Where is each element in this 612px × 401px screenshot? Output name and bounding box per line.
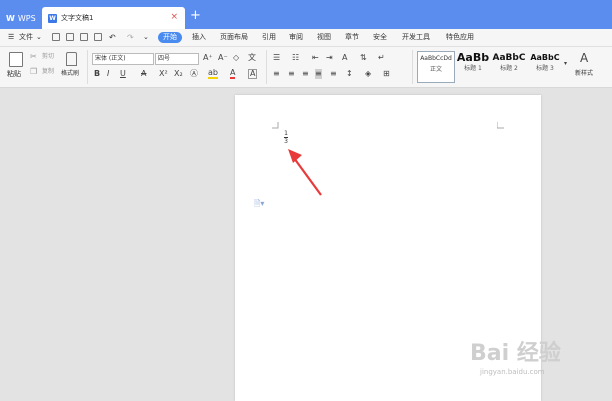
fraction-numerator: 1: [284, 130, 288, 137]
wps-logo-icon: W: [6, 14, 15, 23]
phonetic-guide-icon[interactable]: 文: [248, 53, 256, 63]
undo-icon[interactable]: ↶: [109, 32, 116, 43]
decrease-indent-icon[interactable]: ⇤: [312, 53, 319, 63]
chevron-down-icon[interactable]: ⌄: [36, 32, 42, 43]
numbered-list-icon[interactable]: ☷: [292, 53, 299, 63]
document-tab-title: 文字文稿1: [61, 14, 94, 22]
new-style-icon[interactable]: A: [580, 51, 588, 65]
shading-icon[interactable]: ◈: [365, 69, 371, 79]
wps-home-tab[interactable]: W WPS: [0, 8, 40, 29]
strikethrough-icon[interactable]: A: [141, 69, 146, 79]
align-right-icon[interactable]: ≡: [302, 69, 309, 79]
sort-icon[interactable]: ⇅: [360, 53, 367, 63]
ribbon-toolbar: 粘贴 ✂ 剪切 ❐ 复制 格式刷 宋体 (正文) 四号 A⁺ A⁻ ◇ 文 B …: [0, 47, 612, 88]
close-tab-icon[interactable]: ×: [170, 12, 178, 22]
hamburger-icon[interactable]: ☰: [8, 32, 14, 43]
ribbon-divider: [87, 50, 88, 84]
style-heading-2[interactable]: AaBbC 标题 2: [492, 51, 526, 81]
character-border-icon[interactable]: A: [248, 69, 258, 79]
highlight-icon[interactable]: ab: [208, 69, 218, 79]
style-heading-2-sample: AaBbC: [492, 53, 526, 63]
bold-icon[interactable]: B: [94, 69, 100, 79]
export-pdf-icon[interactable]: [66, 33, 74, 41]
margin-corner-top-right: [497, 122, 504, 129]
copy-button[interactable]: 复制: [42, 67, 54, 77]
paragraph-layout-icon[interactable]: 🗎▾: [254, 198, 264, 212]
style-heading-3-label: 标题 3: [536, 65, 554, 72]
font-color-icon[interactable]: A: [230, 69, 236, 79]
style-heading-3-sample: AaBbC: [530, 53, 560, 62]
underline-icon[interactable]: U: [120, 69, 126, 79]
increase-indent-icon[interactable]: ⇥: [326, 53, 333, 63]
subscript-icon[interactable]: X₂: [174, 69, 183, 79]
borders-icon[interactable]: ⊞: [383, 69, 390, 79]
print-preview-icon[interactable]: [94, 33, 102, 41]
style-heading-1[interactable]: AaBb 标题 1: [455, 51, 491, 81]
paste-button[interactable]: 粘贴: [7, 69, 21, 79]
new-style-button[interactable]: 新样式: [575, 69, 593, 79]
menu-bar: ☰ 文件 ⌄ ↶ ↷ ⌄ 开始 插入 页面布局 引用 审阅 视图 章节 安全 开…: [0, 29, 612, 47]
menu-developer[interactable]: 开发工具: [402, 32, 430, 43]
style-normal-sample: AaBbCcDd: [420, 55, 452, 62]
superscript-icon[interactable]: X²: [159, 69, 168, 79]
paste-icon[interactable]: [9, 52, 23, 67]
baidu-watermark-url: jingyan.baidu.com: [480, 368, 545, 376]
writer-doc-icon: W: [48, 13, 57, 23]
menu-insert[interactable]: 插入: [192, 32, 206, 43]
font-size-select[interactable]: 四号: [155, 53, 199, 65]
format-painter-button[interactable]: 格式刷: [61, 69, 79, 79]
cut-button[interactable]: 剪切: [42, 52, 54, 62]
document-tab[interactable]: W 文字文稿1 ×: [42, 7, 185, 29]
menu-special[interactable]: 特色应用: [446, 32, 474, 43]
menu-start[interactable]: 开始: [158, 32, 182, 43]
menu-security[interactable]: 安全: [373, 32, 387, 43]
show-marks-icon[interactable]: ↵: [378, 53, 385, 63]
copy-icon[interactable]: ❐: [30, 67, 37, 77]
distributed-icon[interactable]: ≡: [330, 69, 337, 79]
chinese-layout-icon[interactable]: A: [342, 53, 347, 63]
save-icon[interactable]: [52, 33, 60, 41]
align-center-icon[interactable]: ≡: [288, 69, 295, 79]
quick-access-more-icon[interactable]: ⌄: [143, 32, 149, 43]
justify-icon[interactable]: ≡: [315, 69, 322, 79]
margin-corner-top-left: [272, 122, 279, 129]
bullet-list-icon[interactable]: ☰: [273, 53, 280, 63]
menu-chapter[interactable]: 章节: [345, 32, 359, 43]
text-effect-icon[interactable]: Ⓐ: [190, 69, 198, 79]
shrink-font-icon[interactable]: A⁻: [218, 53, 228, 63]
font-name-select[interactable]: 宋体 (正文): [92, 53, 154, 65]
styles-more-icon[interactable]: ▾: [564, 59, 567, 69]
menu-references[interactable]: 引用: [262, 32, 276, 43]
format-painter-icon[interactable]: [66, 52, 77, 66]
menu-page-layout[interactable]: 页面布局: [220, 32, 248, 43]
menu-view[interactable]: 视图: [317, 32, 331, 43]
style-heading-2-label: 标题 2: [500, 65, 518, 72]
baidu-watermark: Bai 经验: [470, 341, 561, 366]
style-heading-1-sample: AaBb: [456, 51, 490, 64]
line-spacing-icon[interactable]: ↕: [346, 69, 353, 79]
file-menu[interactable]: 文件: [19, 32, 33, 43]
style-normal[interactable]: AaBbCcDd 正文: [417, 51, 455, 83]
style-heading-1-label: 标题 1: [464, 65, 482, 72]
print-icon[interactable]: [80, 33, 88, 41]
ribbon-divider: [412, 50, 413, 84]
ribbon-divider: [266, 50, 267, 84]
menu-review[interactable]: 审阅: [289, 32, 303, 43]
italic-icon[interactable]: I: [107, 69, 109, 79]
red-pointer-arrow: [288, 149, 322, 196]
style-normal-label: 正文: [429, 66, 442, 73]
clear-format-icon[interactable]: ◇: [233, 53, 239, 63]
new-tab-button[interactable]: +: [190, 9, 201, 22]
scissors-icon[interactable]: ✂: [30, 52, 37, 62]
wps-tab-label: WPS: [17, 14, 36, 23]
grow-font-icon[interactable]: A⁺: [203, 53, 213, 63]
style-heading-3[interactable]: AaBbC 标题 3: [528, 51, 562, 81]
redo-icon[interactable]: ↷: [127, 32, 134, 43]
align-left-icon[interactable]: ≡: [273, 69, 280, 79]
